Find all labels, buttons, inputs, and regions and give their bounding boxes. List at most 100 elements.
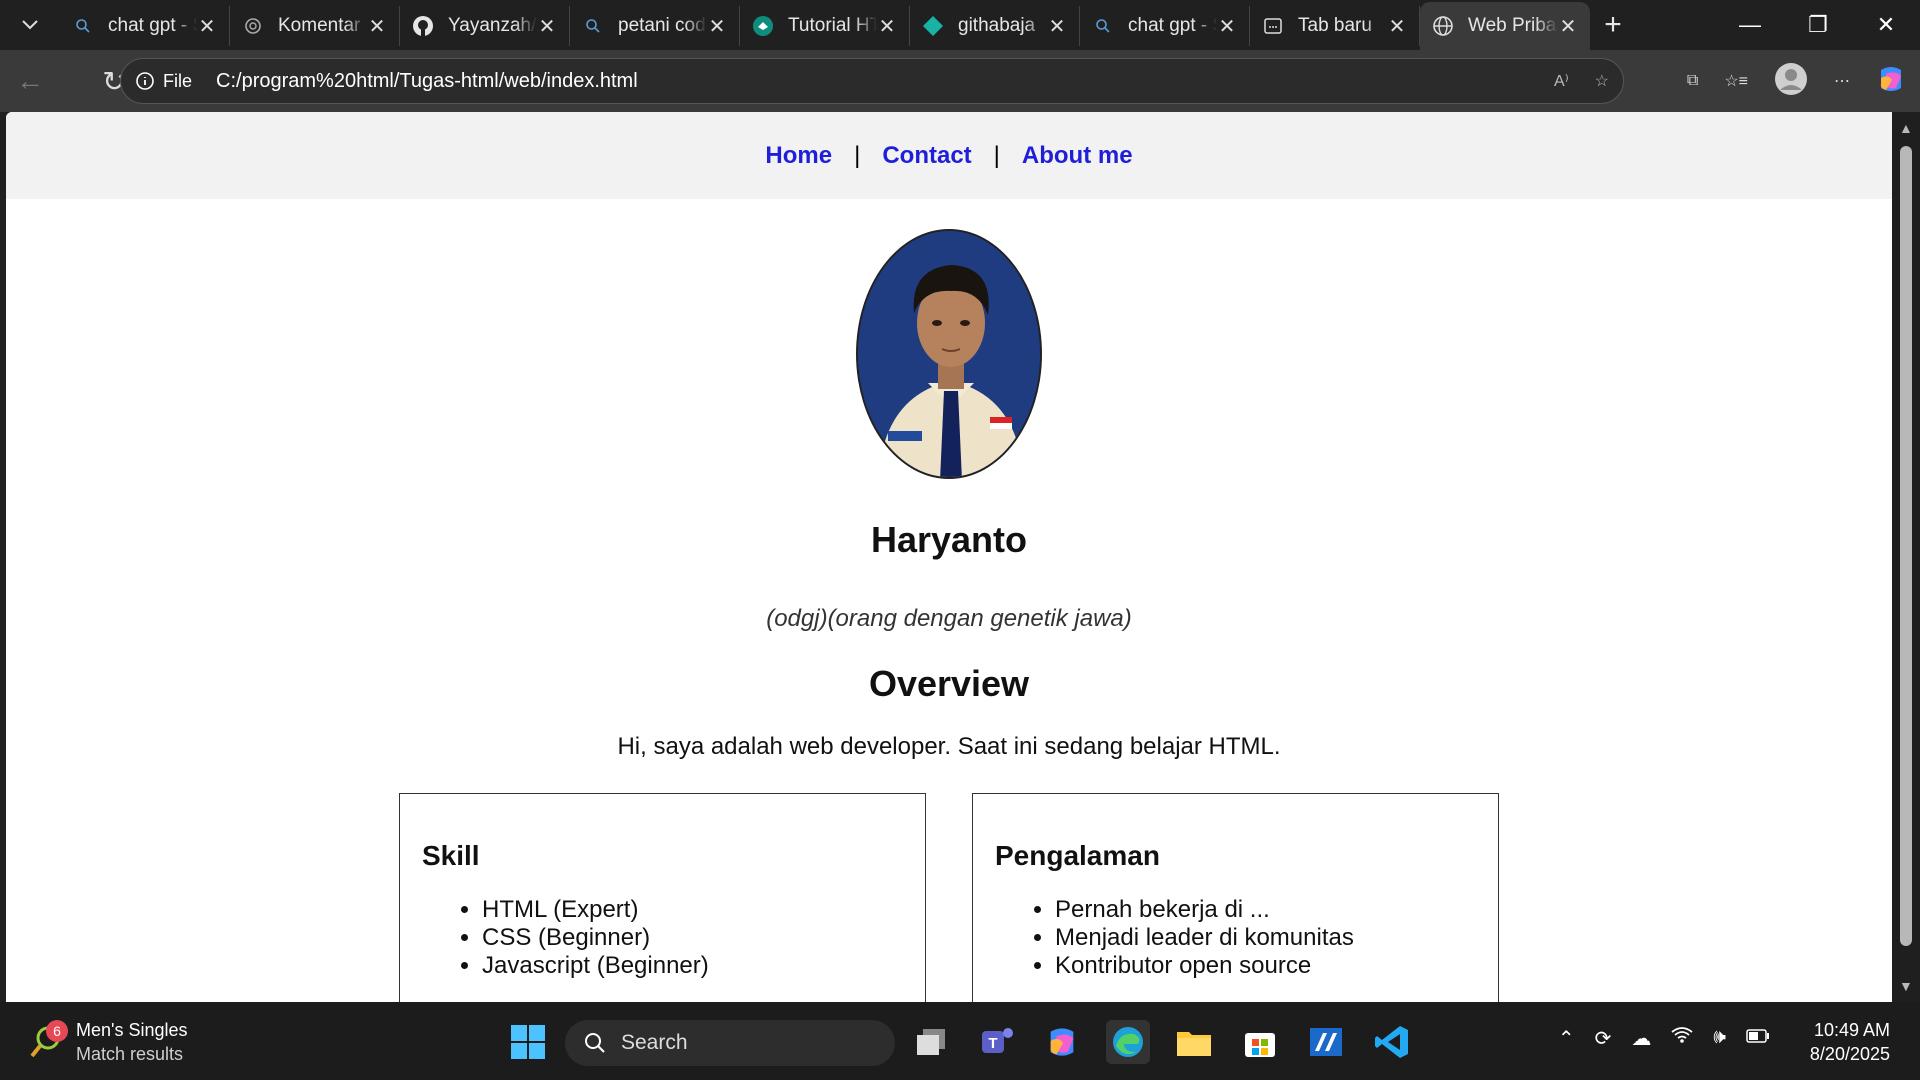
clock[interactable]: 10:49 AM 8/20/2025 — [1810, 1018, 1890, 1066]
read-aloud-icon[interactable]: A⁾ — [1554, 71, 1569, 91]
scrollbar-thumb[interactable] — [1900, 146, 1912, 946]
address-bar[interactable]: File C:/program%20html/Tugas-html/web/in… — [120, 58, 1624, 104]
search-icon — [585, 1033, 605, 1053]
tab-actions-chevron-down-icon[interactable] — [0, 0, 60, 50]
close-tab-icon[interactable]: ✕ — [197, 14, 217, 39]
browser-tab[interactable]: githabaja ✕ — [910, 6, 1080, 46]
file-explorer-icon[interactable] — [1172, 1020, 1216, 1064]
browser-toolbar: ← ↻ File C:/program%20html/Tugas-html/we… — [0, 50, 1920, 112]
tab-label: Web Pribadi — [1468, 15, 1558, 36]
list-item: Javascript (Beginner) — [482, 952, 903, 980]
close-tab-icon[interactable]: ✕ — [537, 14, 557, 39]
svg-text:T: T — [988, 1035, 997, 1052]
taskbar: 6 Men's Singles Match results Search T ⌃… — [0, 1002, 1920, 1080]
windows-start-icon[interactable] — [506, 1020, 550, 1064]
favorite-star-icon[interactable]: ☆ — [1595, 71, 1609, 91]
nav-link-contact[interactable]: Contact — [882, 142, 971, 170]
minimize-icon[interactable]: — — [1716, 0, 1784, 50]
scheme-label: File — [163, 70, 193, 91]
nav-separator: | — [854, 141, 861, 169]
overview-text: Hi, saya adalah web developer. Saat ini … — [617, 733, 1281, 760]
task-view-icon[interactable] — [910, 1020, 954, 1064]
sync-icon[interactable]: ⟳ — [1595, 1026, 1612, 1051]
teams-icon[interactable]: T — [976, 1020, 1020, 1064]
close-tab-icon[interactable]: ✕ — [1558, 14, 1578, 39]
browser-tab[interactable]: Yayanzah/ ✕ — [400, 6, 570, 46]
copilot-icon[interactable] — [1876, 64, 1906, 99]
experience-list: Pernah bekerja di ... Menjadi leader di … — [1055, 896, 1476, 980]
site-nav: Home | Contact | About me — [6, 112, 1892, 199]
restore-icon[interactable]: ❐ — [1784, 0, 1852, 50]
tab-label: chat gpt - Search — [108, 15, 197, 36]
extensions-icon[interactable]: ⧉ — [1687, 72, 1698, 90]
browser-tab-bar: chat gpt - Search ✕ Komentar ✕ Yayanzah/… — [0, 0, 1920, 50]
close-tab-icon[interactable]: ✕ — [1047, 14, 1067, 39]
openai-icon — [242, 15, 264, 37]
close-tab-icon[interactable]: ✕ — [1217, 14, 1237, 39]
clock-date: 8/20/2025 — [1809, 1044, 1890, 1064]
close-tab-icon[interactable]: ✕ — [367, 14, 387, 39]
vscode-icon[interactable] — [1370, 1020, 1414, 1064]
copilot-taskbar-icon[interactable] — [1040, 1020, 1084, 1064]
favorites-icon[interactable]: ☆≡ — [1724, 71, 1748, 91]
taskbar-search-input[interactable]: Search — [565, 1020, 895, 1066]
github-icon — [412, 15, 434, 37]
search-icon — [1092, 15, 1114, 37]
profile-tagline: (odgj)(orang dengan genetik jawa) — [766, 605, 1132, 632]
experience-heading: Pengalaman — [995, 840, 1160, 871]
experience-card: Pengalaman Pernah bekerja di ... Menjadi… — [972, 793, 1499, 1002]
info-cards: Skill HTML (Expert) CSS (Beginner) Javas… — [6, 793, 1892, 1002]
window-controls: — ❐ ✕ — [1716, 0, 1920, 50]
info-icon — [136, 72, 154, 90]
overview-heading: Overview — [868, 663, 1030, 704]
search-icon — [582, 15, 604, 37]
more-options-icon[interactable]: ⋯ — [1834, 71, 1850, 91]
scroll-down-icon[interactable]: ▼ — [1899, 978, 1913, 994]
newtab-icon — [1262, 15, 1284, 37]
azure-data-studio-icon[interactable] — [1304, 1020, 1348, 1064]
tennis-icon: 6 — [28, 1020, 68, 1060]
list-item: Kontributor open source — [1055, 952, 1476, 980]
scroll-up-icon[interactable]: ▲ — [1899, 120, 1913, 136]
wifi-icon[interactable] — [1671, 1026, 1693, 1051]
tutorial-icon — [752, 15, 774, 37]
browser-tab[interactable]: Tutorial HTML ✕ — [740, 6, 910, 46]
close-tab-icon[interactable]: ✕ — [707, 14, 727, 39]
browser-tab[interactable]: petani code - Search ✕ — [570, 6, 740, 46]
page-scrollbar[interactable]: ▲ ▼ — [1892, 112, 1920, 1002]
close-tab-icon[interactable]: ✕ — [1387, 14, 1407, 39]
new-tab-plus-icon[interactable]: + — [1590, 8, 1636, 42]
tab-label: Tutorial HTML — [788, 15, 877, 36]
microsoft-store-icon[interactable] — [1238, 1020, 1282, 1064]
skill-heading: Skill — [422, 840, 480, 871]
page-viewport: Home | Contact | About me Haryanto (odgj… — [6, 112, 1892, 1002]
profile-photo — [856, 229, 1042, 479]
browser-tab-active[interactable]: Web Pribadi ✕ — [1420, 2, 1590, 50]
tab-label: Yayanzah/ — [448, 15, 537, 36]
browser-tab[interactable]: Komentar ✕ — [230, 6, 400, 46]
clock-time: 10:49 AM — [1813, 1020, 1890, 1040]
tab-label: Tab baru — [1298, 15, 1372, 36]
diamond-icon — [922, 15, 944, 37]
show-hidden-icons-chevron-up-icon[interactable]: ⌃ — [1558, 1026, 1575, 1051]
close-window-icon[interactable]: ✕ — [1852, 0, 1920, 50]
system-tray: ⌃ ⟳ ☁ 🕪 — [1558, 1026, 1770, 1051]
onedrive-cloud-icon[interactable]: ☁ — [1631, 1026, 1651, 1051]
battery-icon[interactable] — [1746, 1026, 1770, 1051]
browser-tab[interactable]: Tab baru ✕ — [1250, 6, 1420, 46]
skill-card: Skill HTML (Expert) CSS (Beginner) Javas… — [399, 793, 926, 1002]
weather-sports-widget[interactable]: 6 Men's Singles Match results — [28, 1018, 188, 1066]
edge-browser-icon[interactable] — [1106, 1020, 1150, 1064]
nav-link-about[interactable]: About me — [1022, 142, 1133, 170]
nav-link-home[interactable]: Home — [765, 142, 832, 170]
site-info-button[interactable]: File — [135, 71, 192, 92]
browser-tab[interactable]: chat gpt - Search ✕ — [1080, 6, 1250, 46]
globe-icon — [1432, 15, 1454, 37]
back-arrow-icon[interactable]: ← — [2, 53, 58, 109]
close-tab-icon[interactable]: ✕ — [877, 14, 897, 39]
profile-avatar-icon[interactable] — [1774, 62, 1808, 101]
search-placeholder: Search — [621, 1031, 688, 1054]
browser-tab[interactable]: chat gpt - Search ✕ — [60, 6, 230, 46]
skill-list: HTML (Expert) CSS (Beginner) Javascript … — [482, 896, 903, 980]
volume-icon[interactable]: 🕪 — [1713, 1026, 1726, 1051]
